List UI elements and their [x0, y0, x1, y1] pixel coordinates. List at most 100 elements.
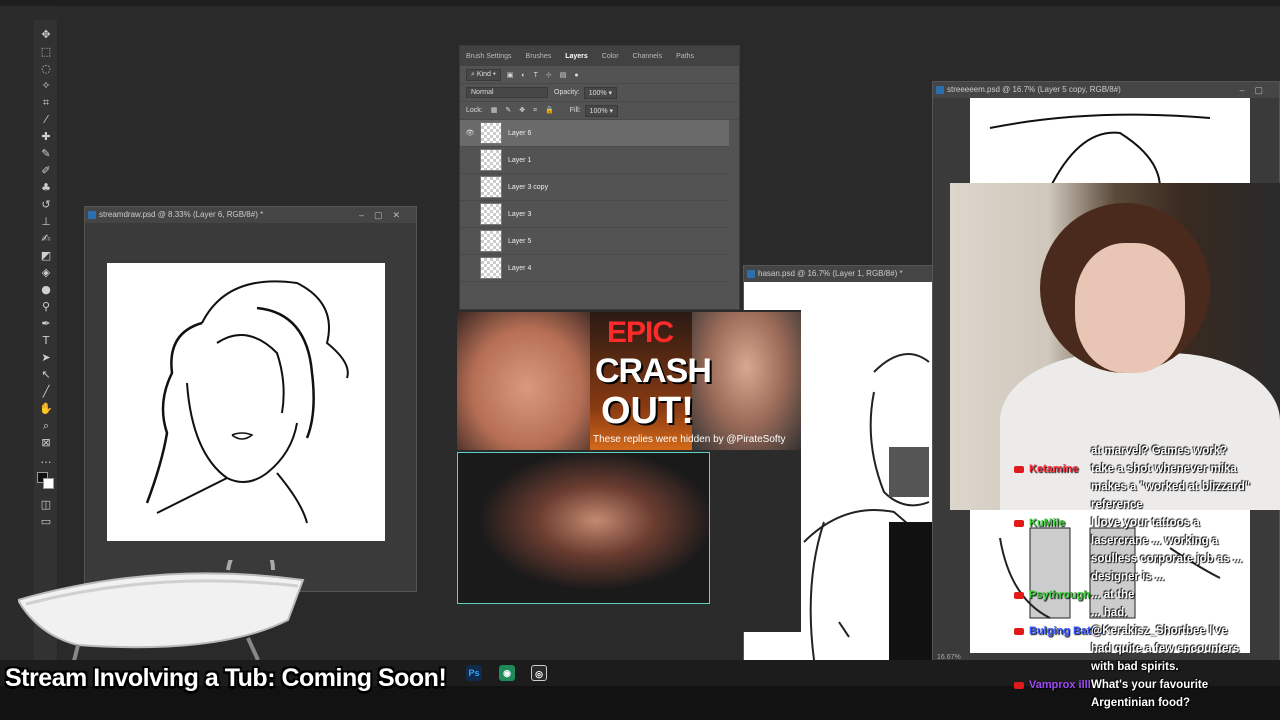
- opacity-input[interactable]: 100% ▾: [583, 86, 618, 99]
- window-controls[interactable]: –▢: [1239, 82, 1273, 98]
- tab-brushes[interactable]: Brushes: [526, 53, 552, 60]
- document-title-bar-hasan[interactable]: hasan.psd @ 16.7% (Layer 1, RGB/8#) *: [744, 266, 932, 282]
- youtube-badge-icon: [1014, 591, 1024, 599]
- document-title: streeeeem.psd @ 16.7% (Layer 5 copy, RGB…: [947, 85, 1121, 94]
- blend-mode-value: Normal: [471, 89, 494, 96]
- chat-username[interactable]: Ketamine: [1014, 463, 1079, 475]
- tab-brush-settings[interactable]: Brush Settings: [466, 53, 512, 60]
- tab-color[interactable]: Color: [602, 53, 619, 60]
- bathtub-graphic: [18, 560, 305, 666]
- lasso-tool-icon[interactable]: ◌: [39, 62, 53, 76]
- pencil-tool-icon[interactable]: ✐: [39, 164, 53, 178]
- tab-channels[interactable]: Channels: [633, 53, 663, 60]
- magic-wand-icon[interactable]: ✧: [39, 79, 53, 93]
- document-window-streamdraw[interactable]: streamdraw.psd @ 8.33% (Layer 6, RGB/8#)…: [84, 206, 417, 592]
- chat-username-text: Psythrough: [1029, 589, 1091, 601]
- move-tool-icon[interactable]: ✥: [39, 28, 53, 42]
- layers-panel[interactable]: Brush Settings Brushes Layers Color Chan…: [459, 45, 740, 310]
- lock-icons[interactable]: ▦✎✥⌗🔒: [491, 106, 562, 115]
- chat-message: with bad spirits.: [1091, 661, 1179, 673]
- thumbnail-caption: These replies were hidden by @PirateSoft…: [593, 434, 786, 445]
- layer-thumbnail: [480, 149, 502, 171]
- chat-username[interactable]: Vamprox illl: [1014, 679, 1091, 691]
- history-brush-icon[interactable]: ↺: [39, 198, 53, 212]
- hand-tool-icon[interactable]: ✋: [39, 402, 53, 416]
- fill-value: 100%: [589, 107, 608, 115]
- document-title-bar[interactable]: streamdraw.psd @ 8.33% (Layer 6, RGB/8#)…: [85, 207, 416, 223]
- layer-row[interactable]: Layer 4: [460, 255, 729, 282]
- app-taskbar-icon[interactable]: ◉: [499, 665, 515, 681]
- obs-taskbar-icon[interactable]: ◎: [531, 665, 547, 681]
- marquee-tool-icon[interactable]: ⬚: [39, 45, 53, 59]
- youtube-badge-icon: [1014, 681, 1024, 689]
- chat-username-text: Ketamine: [1029, 463, 1079, 475]
- thumbnail-crash-text: CRASH: [595, 352, 712, 390]
- ps-document-icon: [936, 86, 944, 94]
- more-tools-icon[interactable]: …: [39, 453, 53, 467]
- thumbnail-out-text: OUT!: [601, 390, 694, 432]
- eraser-tool-icon[interactable]: ◩: [39, 249, 53, 263]
- video-facecam[interactable]: [457, 452, 710, 604]
- chat-username[interactable]: KuMile: [1014, 517, 1065, 529]
- screen-mode-icon[interactable]: ▭: [39, 515, 53, 529]
- chat-message: had quite a few encounters: [1091, 643, 1240, 655]
- chat-message: soulless corporate job as ...: [1091, 553, 1243, 565]
- chat-message: Argentinian food?: [1091, 697, 1191, 709]
- chat-username-text: KuMile: [1029, 517, 1066, 529]
- background-color-swatch[interactable]: [43, 478, 54, 489]
- blend-mode-select[interactable]: Normal: [466, 87, 548, 98]
- chat-message: @Kerakisz_Shortbee I've: [1091, 625, 1228, 637]
- blur-tool-icon[interactable]: ●: [39, 283, 53, 297]
- brush-tool-icon[interactable]: ✎: [39, 147, 53, 161]
- visibility-eye-icon[interactable]: 👁: [460, 129, 480, 137]
- sketch-drawing: [145, 280, 349, 524]
- video-thumbnail[interactable]: EPIC CRASH OUT! These replies were hidde…: [457, 312, 801, 450]
- zoom-tool-icon[interactable]: ⌕: [39, 419, 53, 433]
- stamp-tool-icon[interactable]: ⊥: [39, 215, 53, 229]
- quick-mask-icon[interactable]: ◫: [39, 498, 53, 512]
- chat-message: makes a "worked at blizzard": [1091, 481, 1251, 493]
- layer-row[interactable]: Layer 3 copy: [460, 174, 729, 201]
- layer-row[interactable]: Layer 3: [460, 201, 729, 228]
- layer-thumbnail: [480, 230, 502, 252]
- photoshop-taskbar-icon[interactable]: Ps: [466, 665, 482, 681]
- tab-layers[interactable]: Layers: [565, 53, 588, 60]
- pen-tool-icon[interactable]: ✒: [39, 317, 53, 331]
- document-title: hasan.psd @ 16.7% (Layer 1, RGB/8#) *: [758, 269, 903, 278]
- smudge-tool-icon[interactable]: ✍: [39, 232, 53, 246]
- layer-thumbnail: [480, 122, 502, 144]
- healing-brush-icon[interactable]: ✚: [39, 130, 53, 144]
- selection-arrow-icon[interactable]: ↖: [39, 368, 53, 382]
- layer-list: 👁 Layer 6 Layer 1 Layer 3 copy Layer 3 Layer …: [460, 120, 739, 282]
- layer-thumbnail: [480, 203, 502, 225]
- path-select-icon[interactable]: ➤: [39, 351, 53, 365]
- layer-thumbnail: [480, 257, 502, 279]
- dodge-tool-icon[interactable]: ⚲: [39, 300, 53, 314]
- drawing-canvas[interactable]: [107, 263, 385, 541]
- window-controls[interactable]: –▢✕: [359, 207, 410, 223]
- layer-row[interactable]: Layer 1: [460, 147, 729, 174]
- tab-paths[interactable]: Paths: [676, 53, 694, 60]
- layer-row[interactable]: Layer 5: [460, 228, 729, 255]
- eyedropper-icon[interactable]: ⁄: [39, 113, 53, 127]
- kind-filter-select[interactable]: ⌕ Kind ▾: [466, 68, 501, 81]
- fill-input[interactable]: 100% ▾: [584, 104, 619, 117]
- artboard-icon[interactable]: ⊠: [39, 436, 53, 450]
- blend-row: Normal Opacity: 100% ▾: [460, 84, 739, 102]
- panel-tabs: Brush Settings Brushes Layers Color Chan…: [460, 46, 739, 66]
- ps-document-icon: [88, 211, 96, 219]
- line-tool-icon[interactable]: ╱: [39, 385, 53, 399]
- chat-username[interactable]: Psythrough: [1014, 589, 1090, 601]
- layer-row[interactable]: 👁 Layer 6: [460, 120, 729, 147]
- filter-icons: ▣◐T⊹▤●: [506, 71, 587, 79]
- fill-label: Fill:: [569, 107, 581, 114]
- chat-username-text: Vamprox illl: [1029, 679, 1091, 691]
- clone-stamp-icon[interactable]: ♣: [39, 181, 53, 195]
- document-title-bar-streeeeem[interactable]: streeeeem.psd @ 16.7% (Layer 5 copy, RGB…: [933, 82, 1279, 98]
- layer-name: Layer 3 copy: [508, 183, 549, 191]
- lock-row: Lock: ▦✎✥⌗🔒 Fill: 100% ▾: [460, 102, 739, 120]
- crop-tool-icon[interactable]: ⌗: [39, 96, 53, 110]
- youtube-badge-icon: [1014, 627, 1024, 635]
- type-tool-icon[interactable]: T: [39, 334, 53, 348]
- paint-bucket-icon[interactable]: ◈: [39, 266, 53, 280]
